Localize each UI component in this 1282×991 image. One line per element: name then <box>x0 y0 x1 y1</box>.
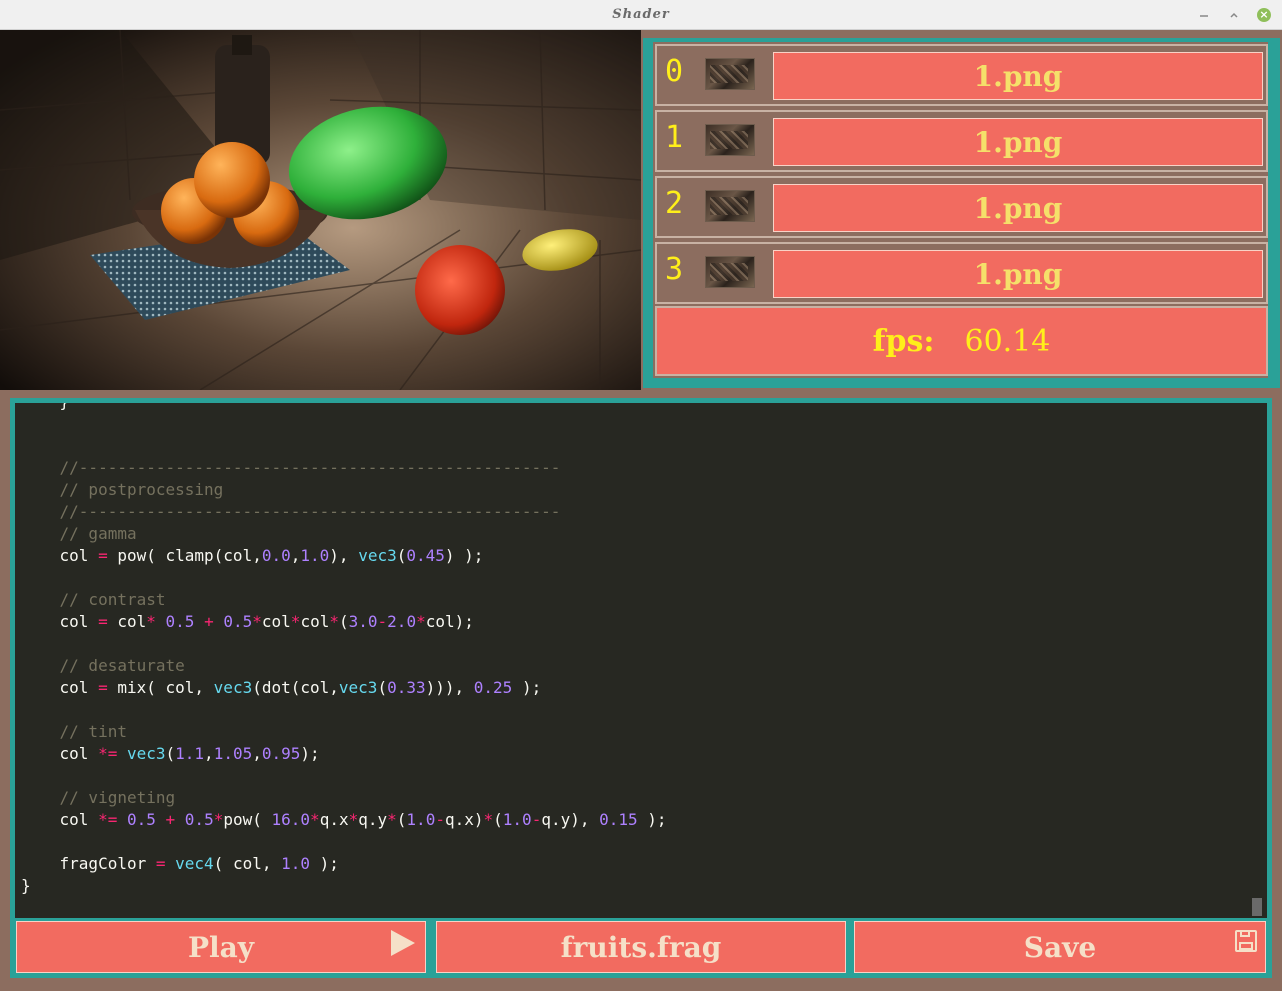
title-bar: Shader × <box>0 0 1282 30</box>
shader-file-button[interactable]: fruits.frag <box>436 921 846 973</box>
channel-file-button[interactable]: 1.png <box>773 118 1263 166</box>
floppy-disk-icon <box>1235 930 1257 952</box>
fps-label: fps: <box>872 323 935 359</box>
save-button[interactable]: Save <box>854 921 1266 973</box>
editor-scrollbar[interactable] <box>1252 898 1262 916</box>
channel-file-label: 1.png <box>973 257 1063 291</box>
channel-file-label: 1.png <box>973 191 1063 225</box>
channel-file-label: 1.png <box>973 59 1063 93</box>
channel-row-3: 3 1.png <box>655 242 1268 304</box>
channel-index: 2 <box>665 186 684 221</box>
channel-file-button[interactable]: 1.png <box>773 52 1263 100</box>
shader-preview[interactable] <box>0 30 641 390</box>
code-text[interactable]: } //------------------------------------… <box>21 403 667 897</box>
save-label: Save <box>1023 930 1097 964</box>
channel-index: 3 <box>665 252 684 287</box>
play-label: Play <box>187 930 255 964</box>
channel-thumbnail[interactable] <box>705 124 755 156</box>
channel-index: 0 <box>665 54 684 89</box>
fps-display: fps: 60.14 <box>655 306 1268 376</box>
window-title: Shader <box>612 7 670 22</box>
channel-file-label: 1.png <box>973 125 1063 159</box>
restore-icon[interactable] <box>1224 5 1244 25</box>
code-editor[interactable]: } //------------------------------------… <box>15 403 1267 918</box>
minimize-icon[interactable] <box>1194 5 1214 25</box>
channel-file-button[interactable]: 1.png <box>773 184 1263 232</box>
channel-row-2: 2 1.png <box>655 176 1268 238</box>
channel-index: 1 <box>665 120 684 155</box>
shader-window: Shader × 0 1.png 1 1.png 2 1.png 3 1.png… <box>0 0 1282 991</box>
play-button[interactable]: Play <box>16 921 426 973</box>
fps-value: 60.14 <box>964 323 1051 359</box>
channel-thumbnail[interactable] <box>705 58 755 90</box>
channel-thumbnail[interactable] <box>705 190 755 222</box>
channel-row-1: 1 1.png <box>655 110 1268 172</box>
close-icon[interactable]: × <box>1254 5 1274 25</box>
channel-thumbnail[interactable] <box>705 256 755 288</box>
channel-row-0: 0 1.png <box>655 44 1268 106</box>
channel-file-button[interactable]: 1.png <box>773 250 1263 298</box>
play-icon <box>391 930 415 956</box>
shader-file-label: fruits.frag <box>560 930 722 964</box>
